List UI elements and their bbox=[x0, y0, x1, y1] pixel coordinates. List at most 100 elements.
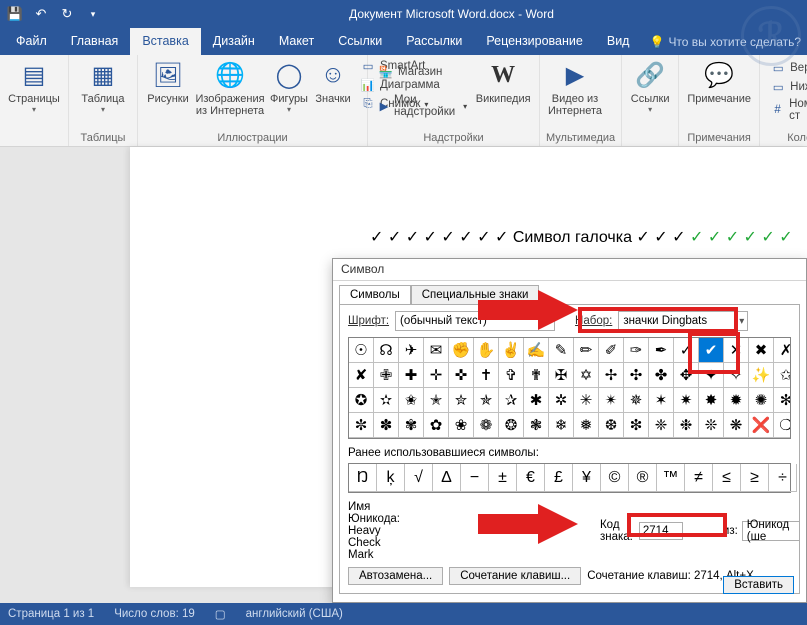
tab-mailings[interactable]: Рассылки bbox=[394, 28, 474, 55]
tab-symbols[interactable]: Символы bbox=[339, 285, 411, 304]
save-icon[interactable]: 💾 bbox=[6, 5, 24, 23]
char-cell[interactable]: ✸ bbox=[699, 388, 724, 413]
page-number-button[interactable]: #Номер ст bbox=[766, 97, 807, 123]
insert-button[interactable]: Вставить bbox=[723, 576, 794, 594]
char-cell[interactable]: ❊ bbox=[699, 413, 724, 438]
recent-char-cell[interactable]: € bbox=[517, 464, 545, 492]
char-cell[interactable]: ✾ bbox=[399, 413, 424, 438]
icons-button[interactable]: ☺ Значки bbox=[312, 57, 354, 107]
language-status[interactable]: английский (США) bbox=[246, 608, 343, 620]
word-count[interactable]: Число слов: 19 bbox=[114, 608, 195, 620]
char-cell[interactable]: ✛ bbox=[424, 363, 449, 388]
char-cell[interactable]: ✰ bbox=[499, 388, 524, 413]
recent-char-cell[interactable]: ® bbox=[629, 464, 657, 492]
char-cell[interactable]: ✼ bbox=[349, 413, 374, 438]
recent-char-cell[interactable]: ≥ bbox=[741, 464, 769, 492]
char-cell[interactable]: ✟ bbox=[524, 363, 549, 388]
char-cell[interactable]: ✗ bbox=[774, 338, 791, 363]
char-cell[interactable]: ❌ bbox=[749, 413, 774, 438]
char-cell[interactable]: ✯ bbox=[474, 388, 499, 413]
char-cell[interactable]: ✱ bbox=[524, 388, 549, 413]
char-cell[interactable]: ❉ bbox=[674, 413, 699, 438]
recent-char-cell[interactable]: − bbox=[461, 464, 489, 492]
char-cell[interactable]: ✻ bbox=[774, 388, 791, 413]
char-cell[interactable]: ✜ bbox=[449, 363, 474, 388]
char-cell[interactable]: ☉ bbox=[349, 338, 374, 363]
pictures-button[interactable]: 🖼 Рисунки bbox=[144, 57, 192, 107]
char-cell[interactable]: ✨ bbox=[749, 363, 774, 388]
char-cell[interactable]: ✈ bbox=[399, 338, 424, 363]
recent-char-cell[interactable]: ÷ bbox=[769, 464, 797, 492]
char-cell[interactable]: ✠ bbox=[549, 363, 574, 388]
char-cell[interactable]: ✏ bbox=[574, 338, 599, 363]
qat-dropdown-icon[interactable]: ▾ bbox=[84, 5, 102, 23]
recent-char-cell[interactable]: © bbox=[601, 464, 629, 492]
recent-char-cell[interactable]: ± bbox=[489, 464, 517, 492]
char-cell[interactable]: ✪ bbox=[349, 388, 374, 413]
header-button[interactable]: ▭Верхний bbox=[766, 59, 807, 77]
char-cell[interactable]: ✷ bbox=[674, 388, 699, 413]
char-cell[interactable]: ✌ bbox=[499, 338, 524, 363]
char-cell[interactable]: ❀ bbox=[449, 413, 474, 438]
char-cell[interactable]: ✢ bbox=[599, 363, 624, 388]
undo-icon[interactable]: ↶ bbox=[32, 5, 50, 23]
shapes-button[interactable]: ◯ Фигуры ▾ bbox=[268, 57, 310, 116]
page-status[interactable]: Страница 1 из 1 bbox=[8, 608, 94, 620]
char-cell[interactable]: ✥ bbox=[674, 363, 699, 388]
char-cell[interactable]: ✿ bbox=[424, 413, 449, 438]
char-cell[interactable]: ❈ bbox=[649, 413, 674, 438]
char-code-input[interactable] bbox=[639, 522, 683, 540]
char-cell[interactable]: ❃ bbox=[524, 413, 549, 438]
char-cell[interactable]: ✖ bbox=[749, 338, 774, 363]
char-cell[interactable]: ✣ bbox=[624, 363, 649, 388]
file-tab[interactable]: Файл bbox=[4, 28, 59, 55]
char-cell[interactable]: ✉ bbox=[424, 338, 449, 363]
char-cell[interactable]: ✤ bbox=[649, 363, 674, 388]
tell-me[interactable]: 💡 Что вы хотите сделать? bbox=[641, 35, 801, 49]
char-cell[interactable]: ✘ bbox=[349, 363, 374, 388]
char-cell[interactable]: ✺ bbox=[749, 388, 774, 413]
tab-insert[interactable]: Вставка bbox=[130, 28, 200, 55]
char-cell[interactable]: ☊ bbox=[374, 338, 399, 363]
tab-review[interactable]: Рецензирование bbox=[474, 28, 595, 55]
links-button[interactable]: 🔗 Ссылки ▾ bbox=[628, 57, 672, 116]
redo-icon[interactable]: ↻ bbox=[58, 5, 76, 23]
char-cell[interactable]: ✎ bbox=[549, 338, 574, 363]
char-cell[interactable]: ✑ bbox=[624, 338, 649, 363]
char-cell[interactable]: ❇ bbox=[624, 413, 649, 438]
proofing-icon[interactable]: ▢ bbox=[215, 607, 226, 621]
recent-char-cell[interactable]: ≤ bbox=[713, 464, 741, 492]
char-cell[interactable]: ❍ bbox=[774, 413, 791, 438]
pages-button[interactable]: ▤ Страницы ▾ bbox=[6, 57, 62, 116]
char-cell[interactable]: ✵ bbox=[624, 388, 649, 413]
char-cell[interactable]: ✬ bbox=[399, 388, 424, 413]
tab-home[interactable]: Главная bbox=[59, 28, 131, 55]
char-cell[interactable]: ✦ bbox=[699, 363, 724, 388]
char-cell[interactable]: ✝ bbox=[474, 363, 499, 388]
recent-char-cell[interactable]: ¥ bbox=[573, 464, 601, 492]
char-cell[interactable]: ✫ bbox=[374, 388, 399, 413]
tab-references[interactable]: Ссылки bbox=[326, 28, 394, 55]
tab-special-chars[interactable]: Специальные знаки bbox=[411, 285, 540, 304]
char-cell[interactable]: ❄ bbox=[549, 413, 574, 438]
char-cell[interactable]: ❅ bbox=[574, 413, 599, 438]
wikipedia-button[interactable]: W Википедия bbox=[473, 57, 533, 107]
tab-layout[interactable]: Макет bbox=[267, 28, 326, 55]
char-cell[interactable]: ✮ bbox=[449, 388, 474, 413]
char-cell[interactable]: ✔ bbox=[699, 338, 724, 363]
recent-char-cell[interactable]: ≠ bbox=[685, 464, 713, 492]
tab-design[interactable]: Дизайн bbox=[201, 28, 267, 55]
char-cell[interactable]: ✐ bbox=[599, 338, 624, 363]
char-cell[interactable]: ✶ bbox=[649, 388, 674, 413]
store-button[interactable]: 🏪Магазин bbox=[374, 63, 471, 81]
online-pictures-button[interactable]: 🌐 Изображения из Интернета bbox=[194, 57, 266, 119]
recent-char-cell[interactable]: √ bbox=[405, 464, 433, 492]
char-cell[interactable]: ✚ bbox=[399, 363, 424, 388]
shortcut-key-button[interactable]: Сочетание клавиш... bbox=[449, 567, 581, 585]
online-video-button[interactable]: ▶ Видео из Интернета bbox=[546, 57, 604, 119]
tab-view[interactable]: Вид bbox=[595, 28, 642, 55]
char-cell[interactable]: ✒ bbox=[649, 338, 674, 363]
table-button[interactable]: ▦ Таблица ▾ bbox=[75, 57, 131, 116]
char-cell[interactable]: ✓ bbox=[674, 338, 699, 363]
char-cell[interactable]: ✞ bbox=[499, 363, 524, 388]
